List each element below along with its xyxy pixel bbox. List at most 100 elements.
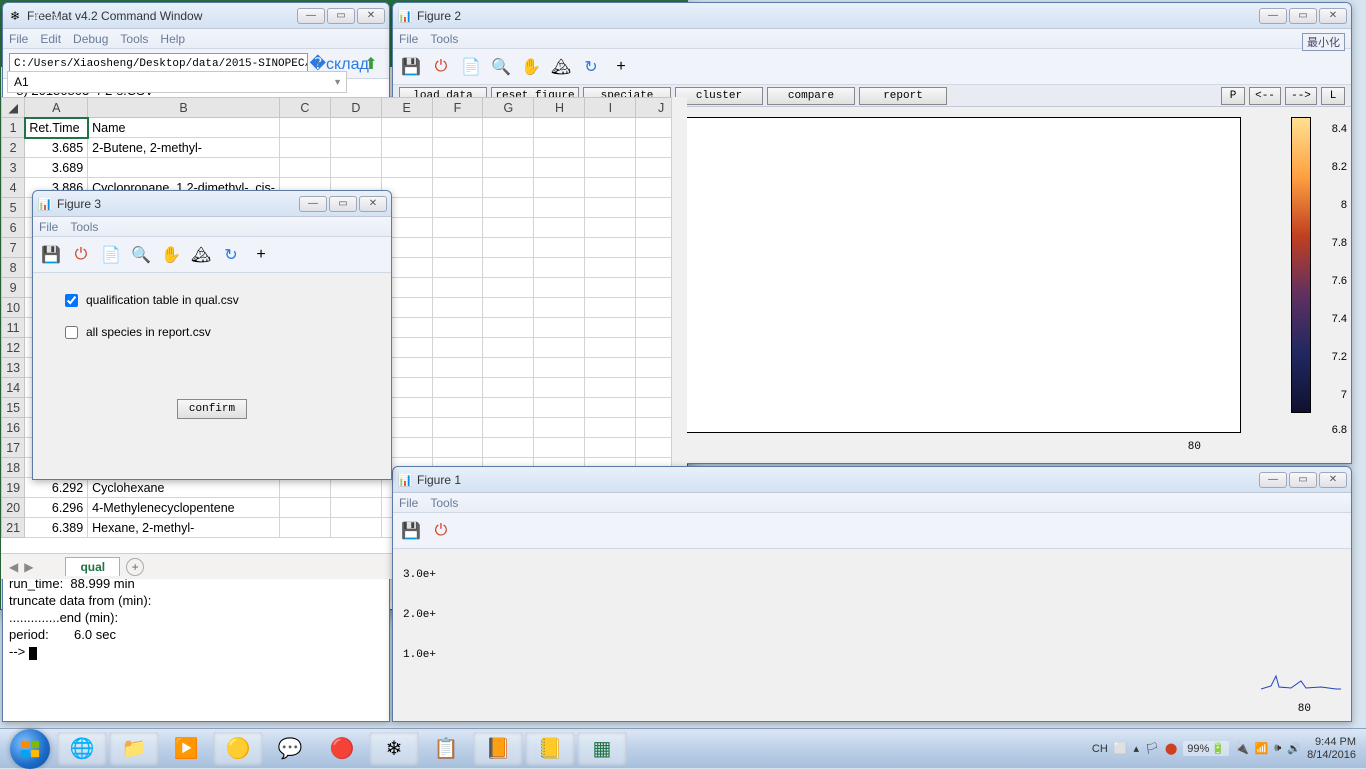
refresh-icon[interactable]: ↻	[579, 55, 603, 79]
cell[interactable]	[534, 158, 585, 178]
cell[interactable]	[483, 418, 534, 438]
cell[interactable]	[381, 138, 432, 158]
taskbar-excel[interactable]: ▦	[577, 732, 627, 766]
menu-tools[interactable]: Tools	[430, 496, 458, 510]
cell[interactable]	[432, 118, 483, 138]
minimize-button[interactable]: —	[299, 196, 327, 212]
cell[interactable]	[585, 238, 636, 258]
stop-icon[interactable]: ⏻	[429, 55, 453, 79]
cell[interactable]	[585, 318, 636, 338]
row-header[interactable]: 9	[2, 278, 25, 298]
cell[interactable]	[534, 438, 585, 458]
taskbar-app[interactable]: 📋	[421, 732, 471, 766]
cell[interactable]	[534, 298, 585, 318]
cell[interactable]: 2-Butene, 2-methyl-	[88, 138, 280, 158]
fig3-titlebar[interactable]: 📊 Figure 3 — ▭ ✕	[33, 191, 391, 217]
zoom-icon[interactable]: 🔍	[129, 243, 153, 267]
cell[interactable]	[432, 138, 483, 158]
freemat-titlebar[interactable]: ❄ FreeMat v4.2 Command Window — ▭ ✕	[3, 3, 389, 29]
menu-tools[interactable]: Tools	[70, 220, 98, 234]
cell[interactable]	[483, 198, 534, 218]
minimize-button[interactable]: —	[1259, 472, 1287, 488]
column-header[interactable]: D	[330, 98, 381, 118]
cell[interactable]	[330, 138, 381, 158]
menu-tools[interactable]: Tools	[430, 32, 458, 46]
fig2-titlebar[interactable]: 📊 Figure 2 — ▭ ✕	[393, 3, 1351, 29]
taskbar-ie[interactable]: 🌐	[57, 732, 107, 766]
qual-checkbox[interactable]	[65, 294, 78, 307]
plus-icon[interactable]: +	[249, 243, 273, 267]
sheet-nav-next-icon[interactable]: ▶	[24, 560, 33, 574]
menu-file[interactable]: File	[399, 496, 418, 510]
selectall-corner[interactable]: ◢	[2, 98, 25, 118]
cell[interactable]	[534, 278, 585, 298]
cell[interactable]	[585, 358, 636, 378]
cell[interactable]	[432, 298, 483, 318]
cell[interactable]	[585, 158, 636, 178]
stop-icon[interactable]: ⏻	[69, 243, 93, 267]
peak-icon[interactable]: 🏔	[549, 55, 573, 79]
cell[interactable]: Ret.Time	[25, 118, 88, 138]
row-header[interactable]: 18	[2, 458, 25, 478]
row-header[interactable]: 3	[2, 158, 25, 178]
taskbar-explorer[interactable]: 📁	[109, 732, 159, 766]
nav-next-button[interactable]: -->	[1285, 87, 1317, 105]
cell[interactable]	[432, 258, 483, 278]
cell[interactable]	[534, 198, 585, 218]
copy-icon[interactable]: 📄	[99, 243, 123, 267]
cell[interactable]	[432, 338, 483, 358]
column-header[interactable]: G	[483, 98, 534, 118]
clock[interactable]: 9:44 PM 8/14/2016	[1307, 736, 1356, 762]
cell[interactable]	[483, 298, 534, 318]
cell[interactable]	[279, 118, 330, 138]
refresh-icon[interactable]: ↻	[219, 243, 243, 267]
cell[interactable]	[381, 118, 432, 138]
tray-network-icon[interactable]: 📶	[1255, 742, 1269, 755]
cell[interactable]: 6.292	[25, 478, 88, 498]
cell[interactable]	[534, 378, 585, 398]
cell[interactable]	[483, 258, 534, 278]
cell[interactable]	[534, 398, 585, 418]
tray-icon[interactable]: ⬜	[1114, 742, 1128, 755]
row-header[interactable]: 4	[2, 178, 25, 198]
cell[interactable]	[534, 118, 585, 138]
cell[interactable]	[483, 178, 534, 198]
row-header[interactable]: 17	[2, 438, 25, 458]
tray-bluetooth-icon[interactable]: 🕪	[1274, 742, 1281, 755]
plus-icon[interactable]: +	[609, 55, 633, 79]
new-sheet-button[interactable]: +	[126, 558, 144, 576]
cell[interactable]	[585, 438, 636, 458]
cell[interactable]	[483, 358, 534, 378]
peak-icon[interactable]: 🏔	[189, 243, 213, 267]
cell[interactable]	[534, 238, 585, 258]
start-button[interactable]	[5, 732, 55, 766]
menu-help[interactable]: Help	[160, 32, 185, 46]
row-header[interactable]: 7	[2, 238, 25, 258]
cell[interactable]	[534, 138, 585, 158]
cell[interactable]	[483, 398, 534, 418]
cell[interactable]	[432, 418, 483, 438]
cell[interactable]: Hexane, 2-methyl-	[88, 518, 280, 538]
fig1-titlebar[interactable]: 📊 Figure 1 — ▭ ✕	[393, 467, 1351, 493]
taskbar-chrome[interactable]: 🟡	[213, 732, 263, 766]
cell[interactable]	[585, 338, 636, 358]
cell[interactable]: Cyclohexane	[88, 478, 280, 498]
row-header[interactable]: 1	[2, 118, 25, 138]
tray-app-icon[interactable]: ⬤	[1165, 742, 1177, 755]
cell[interactable]	[330, 118, 381, 138]
sheet-tab-qual[interactable]: qual	[65, 557, 120, 576]
compare-button[interactable]: compare	[767, 87, 855, 105]
row-header[interactable]: 8	[2, 258, 25, 278]
cell[interactable]	[585, 298, 636, 318]
cell[interactable]	[534, 218, 585, 238]
namebox-dropdown-icon[interactable]: ▼	[333, 77, 342, 87]
cell[interactable]	[483, 338, 534, 358]
column-header[interactable]: I	[585, 98, 636, 118]
row-header[interactable]: 16	[2, 418, 25, 438]
save-icon[interactable]: 💾	[39, 243, 63, 267]
column-header[interactable]: B	[88, 98, 280, 118]
row-header[interactable]: 11	[2, 318, 25, 338]
cell[interactable]	[483, 438, 534, 458]
taskbar-app2[interactable]: 📒	[525, 732, 575, 766]
row-header[interactable]: 13	[2, 358, 25, 378]
